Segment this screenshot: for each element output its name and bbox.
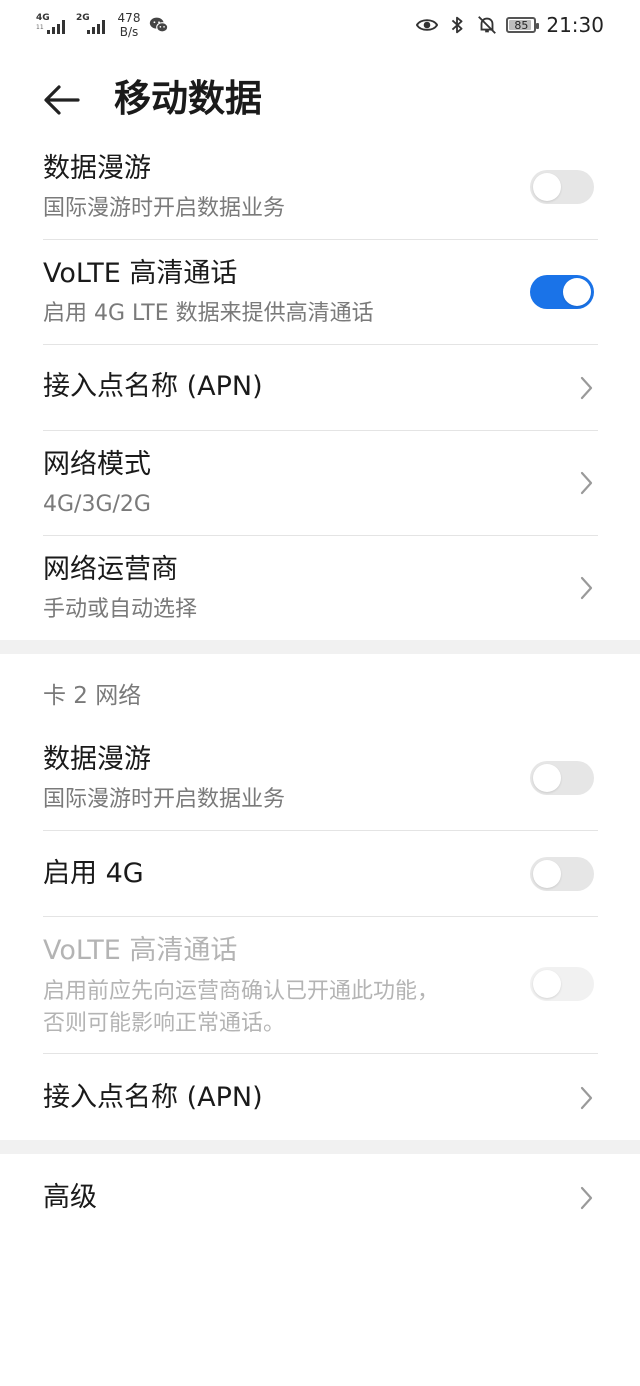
chevron-right-icon <box>580 471 593 495</box>
sim2-volte-row: VoLTE 高清通话 启用前应先向运营商确认已开通此功能， 否则可能影响正常通话… <box>43 917 598 1053</box>
sim1-data-roaming-subtitle: 国际漫游时开启数据业务 <box>43 196 286 221</box>
sim2-data-roaming-row[interactable]: 数据漫游 国际漫游时开启数据业务 <box>43 741 598 830</box>
sim2-apn-title: 接入点名称 (APN) <box>43 1082 263 1113</box>
toggle-knob <box>563 278 591 306</box>
sim1-signal-icon: 4G 11 <box>36 14 66 36</box>
status-bar: 4G 11 2G 478 B/s 85 21:30 <box>0 0 640 50</box>
sim1-data-roaming-title: 数据漫游 <box>43 153 151 184</box>
sim1-data-roaming-row[interactable]: 数据漫游 国际漫游时开启数据业务 <box>43 150 598 239</box>
sim1-volte-title: VoLTE 高清通话 <box>43 258 238 289</box>
app-bar: 移动数据 <box>0 60 640 140</box>
chevron-right-icon <box>580 1186 593 1210</box>
advanced-title: 高级 <box>43 1182 97 1213</box>
sim2-apn-row[interactable]: 接入点名称 (APN) <box>43 1054 598 1140</box>
sim2-signal-icon: 2G <box>76 14 106 36</box>
status-bar-left: 4G 11 2G 478 B/s <box>36 8 170 42</box>
toggle-knob <box>533 764 561 792</box>
sim1-network-mode-value: 4G/3G/2G <box>43 492 151 517</box>
sim1-network-mode-row[interactable]: 网络模式 4G/3G/2G <box>43 431 598 535</box>
chevron-right-icon <box>580 576 593 600</box>
toggle-knob <box>533 173 561 201</box>
sim2-data-roaming-subtitle: 国际漫游时开启数据业务 <box>43 787 286 812</box>
section-separator <box>0 640 640 654</box>
bluetooth-icon <box>452 16 463 34</box>
page-title: 移动数据 <box>114 77 262 120</box>
sim2-volte-title: VoLTE 高清通话 <box>43 935 238 966</box>
sim2-data-roaming-toggle[interactable] <box>530 761 594 795</box>
sim1-network-mode-title: 网络模式 <box>43 449 151 480</box>
sim2-enable-4g-toggle[interactable] <box>530 857 594 891</box>
sim1-carrier-row[interactable]: 网络运营商 手动或自动选择 <box>43 536 598 640</box>
sim1-network-subtype: 11 <box>36 24 44 31</box>
divider <box>43 239 598 240</box>
battery-icon: 85 <box>506 17 540 33</box>
eye-comfort-icon <box>416 19 439 31</box>
sim1-apn-title: 接入点名称 (APN) <box>43 371 263 402</box>
sim1-data-roaming-toggle[interactable] <box>530 170 594 204</box>
section-separator <box>0 1140 640 1154</box>
sim2-volte-subtitle-line1: 启用前应先向运营商确认已开通此功能， <box>43 979 440 1004</box>
battery-level: 85 <box>514 18 529 32</box>
toggle-knob <box>533 860 561 888</box>
sim1-volte-toggle[interactable] <box>530 275 594 309</box>
sim2-enable-4g-row[interactable]: 启用 4G <box>43 831 598 916</box>
chevron-right-icon <box>580 376 593 400</box>
sim2-volte-toggle <box>530 967 594 1001</box>
sim1-apn-row[interactable]: 接入点名称 (APN) <box>43 345 598 430</box>
network-speed-unit: B/s <box>119 25 139 39</box>
wechat-icon <box>149 17 169 33</box>
sim2-volte-subtitle-line2: 否则可能影响正常通话。 <box>43 1011 286 1036</box>
sim2-data-roaming-title: 数据漫游 <box>43 744 151 775</box>
network-speed-value: 478 <box>117 11 141 25</box>
sim2-enable-4g-title: 启用 4G <box>43 858 144 889</box>
sim1-volte-subtitle: 启用 4G LTE 数据来提供高清通话 <box>43 301 374 326</box>
sim2-section-label: 卡 2 网络 <box>43 683 142 709</box>
clock: 21:30 <box>546 13 604 37</box>
status-bar-right: 85 21:30 <box>416 10 604 40</box>
toggle-knob <box>533 970 561 998</box>
sim1-volte-row[interactable]: VoLTE 高清通话 启用 4G LTE 数据来提供高清通话 <box>43 255 598 344</box>
back-arrow-icon[interactable] <box>40 78 84 122</box>
mute-icon <box>478 16 497 34</box>
network-speed: 478 B/s <box>116 11 142 39</box>
sim1-carrier-subtitle: 手动或自动选择 <box>43 597 198 622</box>
chevron-right-icon <box>580 1086 593 1110</box>
advanced-row[interactable]: 高级 <box>43 1155 598 1241</box>
sim1-carrier-title: 网络运营商 <box>43 554 178 585</box>
